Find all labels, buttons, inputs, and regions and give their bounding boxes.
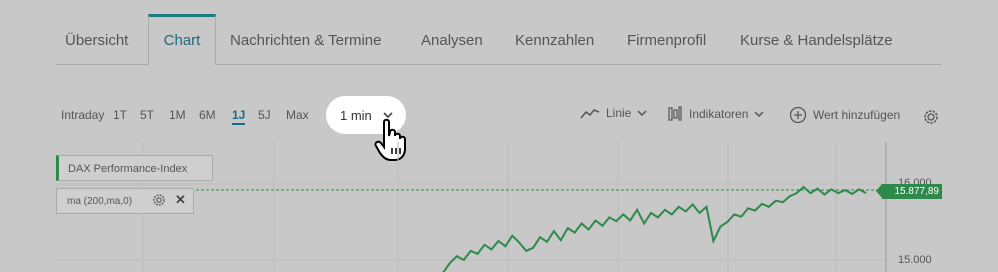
gear-icon[interactable] xyxy=(152,193,166,207)
chart-series-line xyxy=(442,185,867,272)
gear-icon[interactable] xyxy=(922,108,940,126)
range-5j[interactable]: 5J xyxy=(258,108,271,122)
range-1m[interactable]: 1M xyxy=(169,108,186,122)
tab-key-figures[interactable]: Kennzahlen xyxy=(515,14,594,64)
add-value-button[interactable]: Wert hinzufügen xyxy=(789,106,900,124)
range-max[interactable]: Max xyxy=(286,108,309,122)
interval-dropdown-value: 1 min xyxy=(340,108,372,123)
tab-bar: Übersicht Chart Nachrichten & Termine An… xyxy=(56,14,942,65)
tab-overview[interactable]: Übersicht xyxy=(65,14,128,64)
chevron-down-icon xyxy=(637,110,647,117)
chart-type-label: Linie xyxy=(606,106,632,120)
add-value-label: Wert hinzufügen xyxy=(813,108,901,122)
range-5t[interactable]: 5T xyxy=(140,108,154,122)
tab-news-events[interactable]: Nachrichten & Termine xyxy=(230,14,381,64)
range-intraday[interactable]: Intraday xyxy=(61,108,104,122)
tab-chart[interactable]: Chart xyxy=(148,14,216,65)
last-price-badge: 15.877,89 xyxy=(876,184,942,199)
tab-company-profile[interactable]: Firmenprofil xyxy=(627,14,706,64)
tab-prices-exchanges[interactable]: Kurse & Handelsplätze xyxy=(740,14,893,64)
indicator-legend[interactable]: ma (200,ma,0) xyxy=(56,188,194,214)
range-1t[interactable]: 1T xyxy=(113,108,127,122)
indicators-label: Indikatoren xyxy=(689,107,749,121)
chart-type-button[interactable]: Linie xyxy=(580,106,647,120)
line-chart-icon xyxy=(580,109,600,119)
close-icon[interactable]: ✕ xyxy=(175,192,186,208)
y-axis-label-15000: 15.000 xyxy=(898,254,932,266)
plus-circle-icon xyxy=(789,106,807,124)
chevron-down-icon xyxy=(754,111,764,118)
tab-analyses[interactable]: Analysen xyxy=(421,14,483,64)
range-6m[interactable]: 6M xyxy=(199,108,216,122)
indicators-button[interactable]: Indikatoren xyxy=(667,106,764,122)
index-legend[interactable]: DAX Performance-Index xyxy=(56,155,213,181)
range-1j[interactable]: 1J xyxy=(232,108,246,125)
indicators-icon xyxy=(668,106,682,121)
